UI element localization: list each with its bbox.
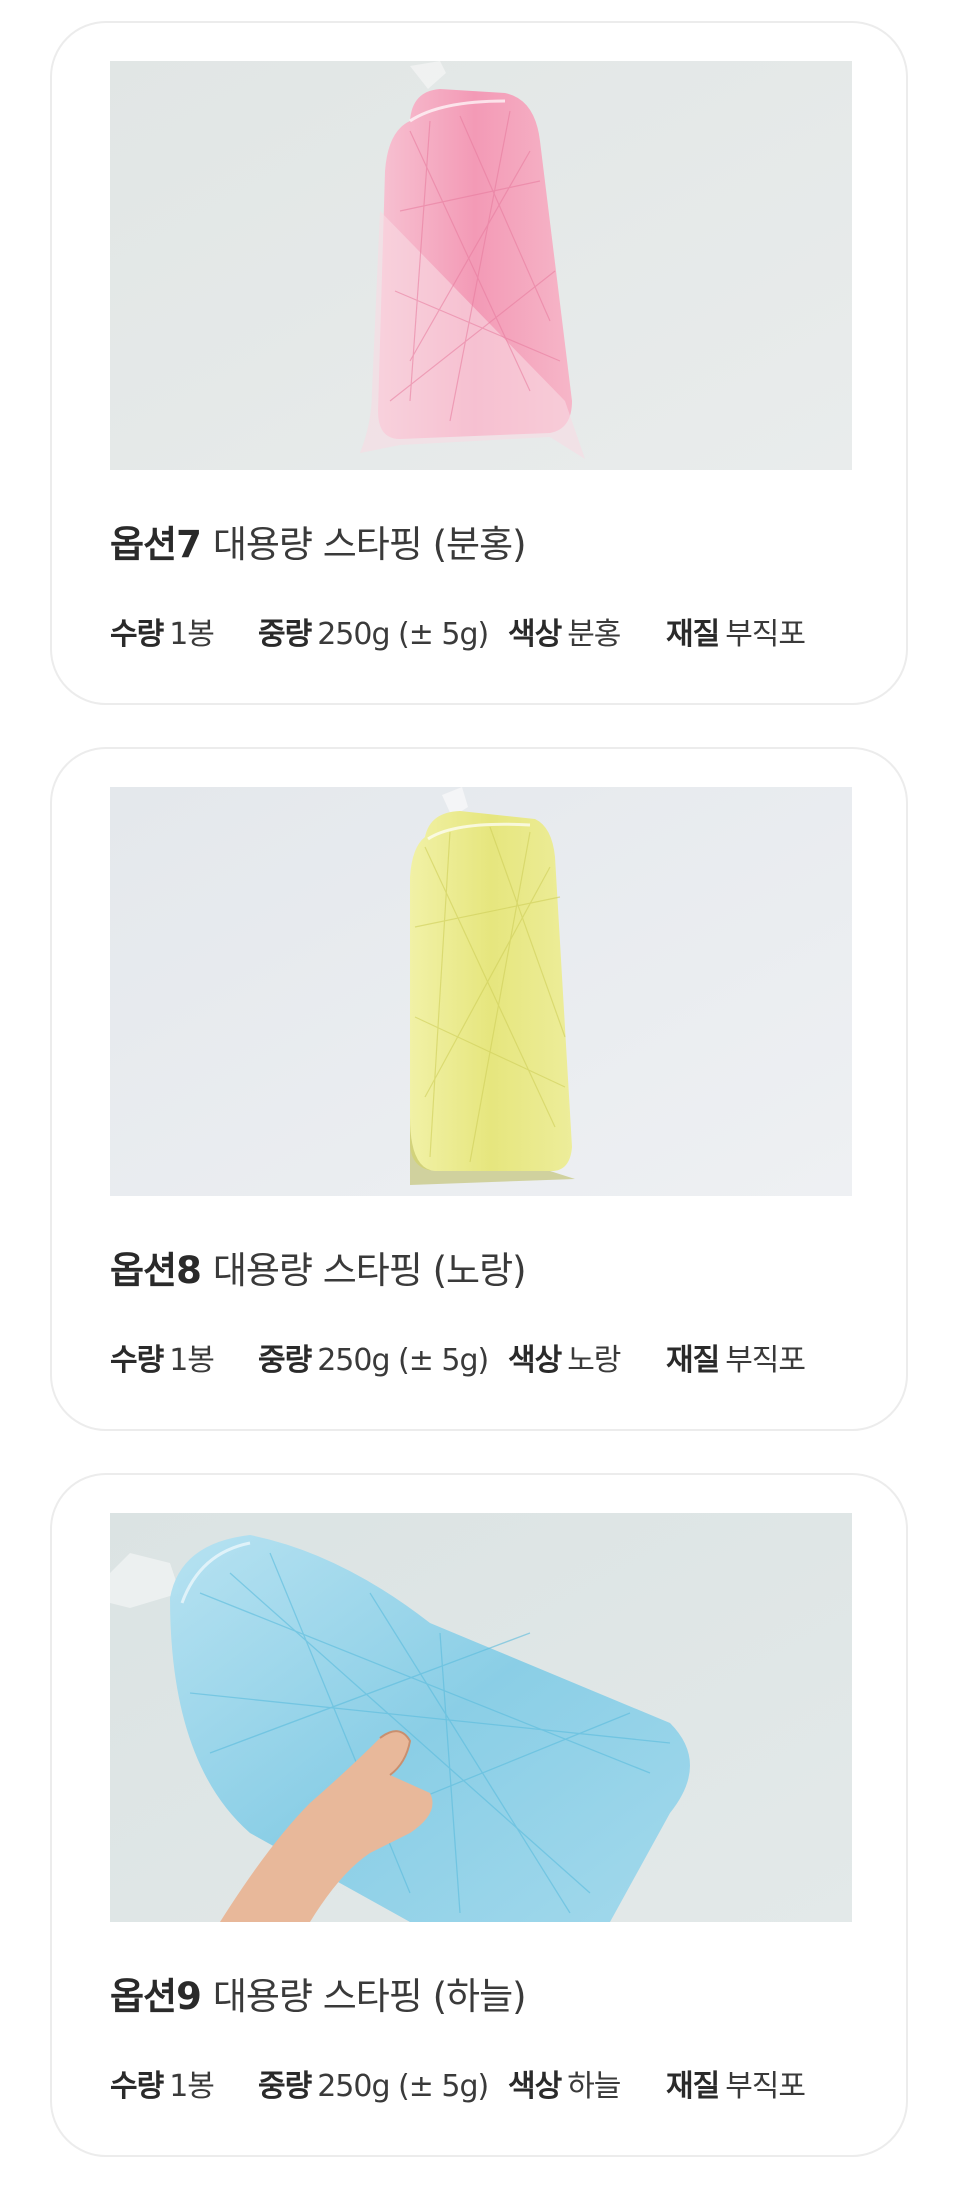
spec-color: 색상 노랑	[508, 1339, 621, 1383]
product-title: 옵션8 대용량 스타핑 (노랑)	[110, 1246, 527, 1296]
spec-color: 색상 분홍	[508, 613, 621, 657]
spec-material: 재질 부직포	[666, 613, 806, 657]
spec-quantity: 수량 1봉	[110, 613, 215, 657]
spec-weight: 중량 250g (± 5g)	[258, 2065, 489, 2109]
spec-value: 250g (± 5g)	[317, 617, 489, 652]
spec-key: 색상	[508, 617, 562, 652]
spec-quantity: 수량 1봉	[110, 1339, 215, 1383]
spec-key: 중량	[258, 617, 312, 652]
spec-value: 1봉	[169, 617, 215, 652]
product-photo-pink-stuffing	[110, 61, 852, 470]
product-photo-yellow-stuffing	[110, 787, 852, 1196]
spec-value: 분홍	[567, 617, 621, 652]
spec-value: 250g (± 5g)	[317, 2069, 489, 2104]
spec-value: 250g (± 5g)	[317, 1343, 489, 1378]
spec-key: 재질	[666, 2069, 720, 2104]
spec-material: 재질 부직포	[666, 1339, 806, 1383]
spec-weight: 중량 250g (± 5g)	[258, 1339, 489, 1383]
spec-key: 재질	[666, 1343, 720, 1378]
spec-value: 부직포	[725, 1343, 806, 1378]
spec-weight: 중량 250g (± 5g)	[258, 613, 489, 657]
spec-value: 노랑	[567, 1343, 621, 1378]
spec-material: 재질 부직포	[666, 2065, 806, 2109]
spec-key: 재질	[666, 617, 720, 652]
product-name: 대용량 스타핑 (하늘)	[212, 1975, 527, 2018]
spec-value: 하늘	[567, 2069, 621, 2104]
spec-key: 색상	[508, 1343, 562, 1378]
product-option-card: 옵션9 대용량 스타핑 (하늘) 수량 1봉 중량 250g (± 5g) 색상 하늘 …	[50, 1473, 908, 2157]
spec-value: 부직포	[725, 2069, 806, 2104]
option-label: 옵션8	[110, 1249, 202, 1292]
spec-key: 수량	[110, 2069, 164, 2104]
spec-value: 부직포	[725, 617, 806, 652]
spec-key: 중량	[258, 2069, 312, 2104]
product-option-card: 옵션7 대용량 스타핑 (분홍) 수량 1봉 중량 250g (± 5g) 색상 분홍 …	[50, 21, 908, 705]
spec-quantity: 수량 1봉	[110, 2065, 215, 2109]
option-label: 옵션9	[110, 1975, 202, 2018]
product-option-card: 옵션8 대용량 스타핑 (노랑) 수량 1봉 중량 250g (± 5g) 색상 노랑 …	[50, 747, 908, 1431]
product-title: 옵션9 대용량 스타핑 (하늘)	[110, 1972, 527, 2022]
spec-key: 색상	[508, 2069, 562, 2104]
product-name: 대용량 스타핑 (분홍)	[212, 523, 527, 566]
spec-key: 수량	[110, 617, 164, 652]
spec-value: 1봉	[169, 1343, 215, 1378]
product-title: 옵션7 대용량 스타핑 (분홍)	[110, 520, 527, 570]
spec-color: 색상 하늘	[508, 2065, 621, 2109]
spec-value: 1봉	[169, 2069, 215, 2104]
product-photo-skyblue-stuffing	[110, 1513, 852, 1922]
spec-key: 중량	[258, 1343, 312, 1378]
option-label: 옵션7	[110, 523, 202, 566]
product-name: 대용량 스타핑 (노랑)	[212, 1249, 527, 1292]
spec-key: 수량	[110, 1343, 164, 1378]
